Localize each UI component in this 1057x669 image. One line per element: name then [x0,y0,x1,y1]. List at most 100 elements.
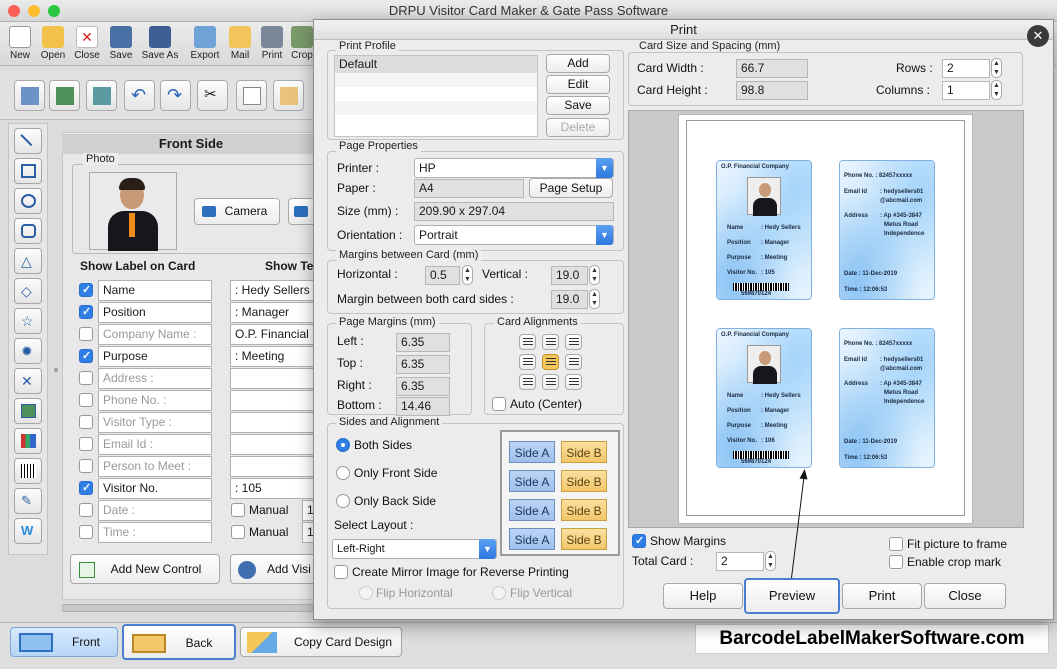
triangle-tool[interactable]: △ [14,248,42,274]
field-label[interactable]: Name [98,280,212,301]
size-field[interactable]: 209.90 x 297.04 [414,202,614,221]
orientation-select[interactable]: Portrait ▼ [414,225,614,245]
print-dialog-print-button[interactable]: Print [842,583,922,609]
profile-list[interactable]: Default [334,55,538,137]
layout-select[interactable]: Left-Right ▼ [332,539,497,559]
show-label-checkbox[interactable] [79,349,93,363]
rounded-rect-tool[interactable] [14,218,42,244]
back-tab[interactable]: Back [122,624,236,660]
alignment-option[interactable] [565,334,582,350]
bottom-margin-field[interactable]: 14.46 [396,397,450,416]
cut-button[interactable]: ✂ [197,80,228,111]
copy-button[interactable] [236,80,267,111]
star-tool[interactable]: ☆ [14,308,42,334]
profile-add-button[interactable]: Add [546,54,610,73]
burst-tool[interactable]: ✹ [14,338,42,364]
export-button[interactable]: Export [186,24,224,61]
alignment-option[interactable] [542,334,559,350]
show-label-checkbox[interactable] [79,481,93,495]
show-label-checkbox[interactable] [79,437,93,451]
alignment-option[interactable] [519,374,536,390]
properties-tool[interactable] [14,80,45,111]
dialog-close-icon[interactable]: ✕ [1027,25,1049,47]
left-margin-field[interactable]: 6.35 [396,333,450,352]
show-label-checkbox[interactable] [79,525,93,539]
flip-vertical-radio[interactable] [492,586,506,600]
back-side-only-radio[interactable] [336,494,350,508]
mirror-image-checkbox[interactable] [334,565,348,579]
right-margin-field[interactable]: 6.35 [396,377,450,396]
add-new-control-button[interactable]: Add New Control [70,554,220,584]
rows-stepper[interactable]: ▲ ▼ [991,58,1002,78]
field-label[interactable]: Purpose [98,346,212,367]
alignment-option[interactable] [542,374,559,390]
manual-checkbox[interactable] [231,525,245,539]
fit-picture-checkbox[interactable] [889,537,903,551]
preview-button[interactable]: Preview [744,578,840,614]
total-card-stepper[interactable]: ▲ ▼ [765,551,776,571]
vertical-margin-field[interactable]: 19.0 [551,266,588,285]
field-label[interactable]: Date : [98,500,212,521]
show-label-checkbox[interactable] [79,283,93,297]
alignment-option[interactable] [519,334,536,350]
add-visitor-button[interactable]: Add Visi [230,554,320,584]
save-as-button[interactable]: Save As [140,24,180,61]
signature-tool[interactable]: ✎ [14,488,42,514]
field-value[interactable]: : Hedy Sellers [230,280,320,301]
field-value[interactable] [230,390,320,411]
copy-card-design-button[interactable]: Copy Card Design [240,627,402,657]
paper-field[interactable]: A4 [414,179,524,198]
show-label-checkbox[interactable] [79,393,93,407]
rectangle-tool[interactable] [14,158,42,184]
diamond-tool[interactable]: ◇ [14,278,42,304]
field-value[interactable]: : Meeting [230,346,320,367]
export-tool[interactable] [86,80,117,111]
cross-tool[interactable]: ✕ [14,368,42,394]
columns-field[interactable]: 1 [942,81,990,100]
show-label-checkbox[interactable] [79,415,93,429]
front-tab[interactable]: Front [10,627,118,657]
horizontal-scrollbar[interactable] [62,604,320,612]
ellipse-tool[interactable] [14,188,42,214]
redo-button[interactable]: ↷ [160,80,191,111]
field-label[interactable]: Person to Meet : [98,456,212,477]
save-button[interactable]: Save [103,24,139,61]
printer-select[interactable]: HP ▼ [414,158,614,178]
profile-item-default[interactable]: Default [335,56,537,73]
profile-save-button[interactable]: Save [546,96,610,115]
close-button[interactable]: ✕ Close [69,24,105,61]
visitor-photo[interactable] [89,172,177,251]
columns-stepper[interactable]: ▲ ▼ [991,80,1002,100]
auto-center-checkbox[interactable] [492,397,506,411]
field-value[interactable] [230,412,320,433]
field-value[interactable] [230,368,320,389]
crop-mark-checkbox[interactable] [889,555,903,569]
image-tool[interactable] [49,80,80,111]
barcode-tool[interactable] [14,458,42,484]
print-dialog-close-button[interactable]: Close [924,583,1006,609]
undo-button[interactable]: ↶ [124,80,155,111]
camera-button[interactable]: Camera [194,198,280,225]
alignment-option[interactable] [542,354,559,370]
field-label[interactable]: Time : [98,522,212,543]
alignment-option[interactable] [519,354,536,370]
profile-edit-button[interactable]: Edit [546,75,610,94]
field-value[interactable] [230,434,320,455]
crop-button[interactable]: Crop [288,24,316,61]
print-button[interactable]: Print [254,24,290,61]
field-value[interactable]: : 105 [230,478,320,499]
show-label-checkbox[interactable] [79,503,93,517]
paste-button[interactable] [273,80,304,111]
new-button[interactable]: New [2,24,38,61]
minimize-window-button[interactable] [28,5,40,17]
profile-delete-button[interactable]: Delete [546,118,610,137]
both-sides-margin-stepper[interactable]: ▲ ▼ [589,289,600,309]
field-label[interactable]: Position [98,302,212,323]
show-label-checkbox[interactable] [79,305,93,319]
card-width-field[interactable]: 66.7 [736,59,808,78]
field-value[interactable] [230,456,320,477]
horizontal-stepper[interactable]: ▲ ▼ [462,265,473,285]
field-label[interactable]: Address : [98,368,212,389]
line-tool[interactable] [14,128,42,154]
card-height-field[interactable]: 98.8 [736,81,808,100]
